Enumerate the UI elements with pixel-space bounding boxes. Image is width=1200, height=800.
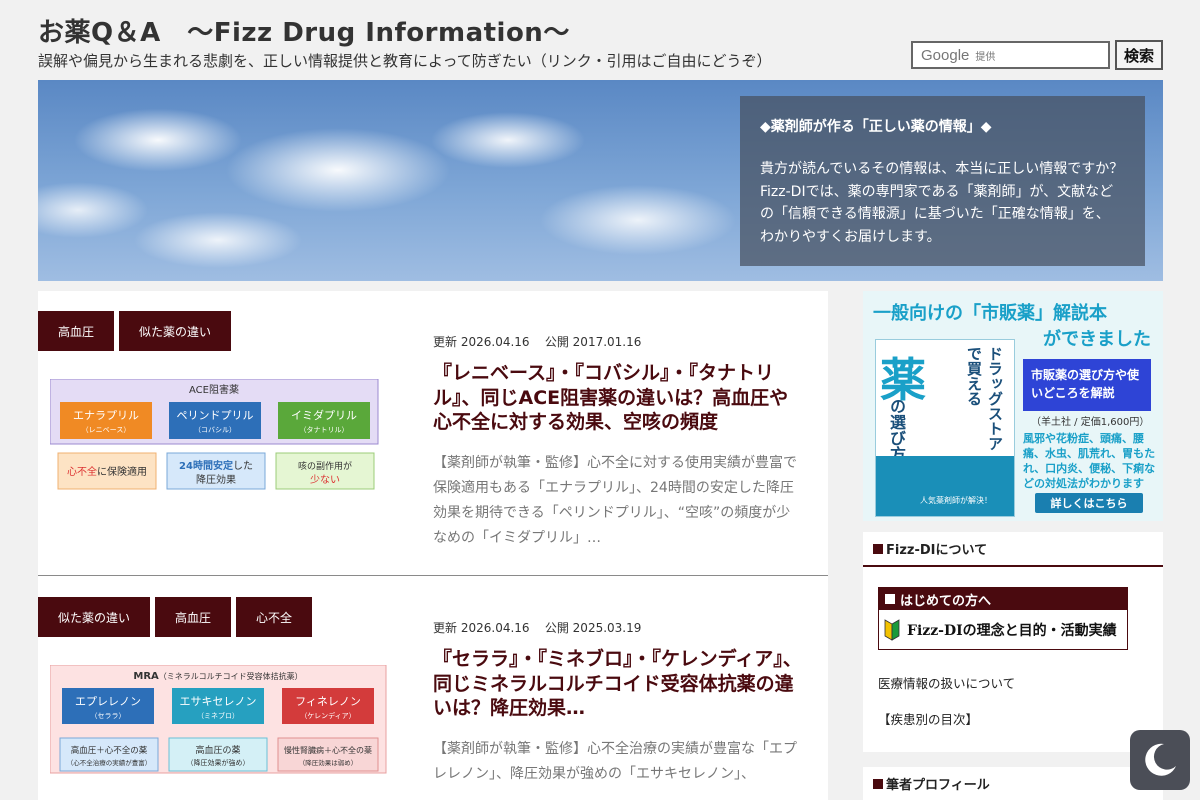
thumb-note: 慢性腎臓病＋心不全の薬 <box>284 745 372 755</box>
widget-title-text: Fizz-DIについて <box>886 543 988 558</box>
post-title[interactable]: 『レニベース』・『コバシル』・『タナトリル』、同じACE阻害薬の違いは？高血圧や… <box>433 361 803 435</box>
hero-line: Fizz-DIでは、薬の専門家である「薬剤師」が、文献など <box>760 183 1114 200</box>
search-button[interactable]: 検索 <box>1115 40 1163 70</box>
hero-line: の「信頼できる情報源」に基づいた「正確な情報」を、 <box>760 206 1110 222</box>
thumb-note: （降圧効果は弱め） <box>299 758 358 767</box>
banner-top-text: はじめての方へ <box>900 593 992 609</box>
about-widget: Fizz-DIについて はじめての方へ Fizz-DIの理念と目的・活動実績 医… <box>863 532 1163 752</box>
widget-title: Fizz-DIについて <box>863 532 1163 567</box>
site-description: 誤解や偏見から生まれる悲劇を、正しい情報提供と教育によって防ぎたい（リンク・引用… <box>38 52 772 70</box>
site-title[interactable]: お薬Q＆A 〜Fizz Drug Information〜 <box>38 12 570 49</box>
book-cover-image: 薬 の選び方を ドラッグストアで買える 人気薬剤師が解決！ <box>875 339 1015 517</box>
book-vertical-text: ドラッグストアで買える <box>965 346 1004 451</box>
post-tags: 高血圧 似た薬の違い <box>38 311 232 351</box>
updated-date: 2026.04.16 <box>460 621 530 635</box>
thumb-brand: （ミネブロ） <box>197 711 239 720</box>
square-bullet-icon <box>873 778 883 789</box>
published-date: 2017.01.16 <box>572 335 642 349</box>
book-footer: 人気薬剤師が解決！ <box>876 456 1014 516</box>
tag-link[interactable]: 高血圧 <box>38 311 115 351</box>
post-dates: 更新 2026.04.16 公開 2017.01.16 <box>433 333 641 350</box>
thumb-note: 少ない <box>310 474 340 486</box>
thumb-drug: エプレレノン <box>75 695 141 708</box>
ad-description: 風邪や花粉症、頭痛、腰痛、水虫、肌荒れ、胃もたれ、口内炎、便秘、下痢などの対処法… <box>1023 432 1156 490</box>
updated-label: 更新 <box>433 335 458 349</box>
ad-heading: 一般向けの「市販薬」解説本 <box>873 303 1107 324</box>
widget-title-text: 筆者プロフィール <box>886 778 990 793</box>
hero-line: 貴方が読んでいるその情報は、本当に正しい情報ですか？ <box>760 161 1124 177</box>
thumb-header: MRA（ミネラルコルチコイド受容体拮抗薬） <box>133 671 302 682</box>
thumb-note: 降圧効果 <box>196 473 236 486</box>
hero-panel: ◆薬剤師が作る「正しい薬の情報」◆ 貴方が読んでいるその情報は、本当に正しい情報… <box>740 96 1145 266</box>
first-visit-banner[interactable]: はじめての方へ Fizz-DIの理念と目的・活動実績 <box>878 587 1128 650</box>
tag-link[interactable]: 似た薬の違い <box>38 597 151 637</box>
thumb-note: 高血圧の薬 <box>195 744 240 756</box>
ad-price: （羊土社 / 定価1,600円） <box>1031 417 1150 428</box>
disease-index-link[interactable]: 【疾患別の目次】 <box>878 709 978 728</box>
thumb-brand: （レニベース） <box>82 426 131 434</box>
banner-top: はじめての方へ <box>879 588 1127 610</box>
beginner-mark-icon <box>884 619 900 641</box>
post-tags: 似た薬の違い 高血圧 心不全 <box>38 597 313 637</box>
tag-link[interactable]: 似た薬の違い <box>119 311 232 351</box>
thumb-drug: フィネレノン <box>295 695 361 708</box>
thumb-note: （心不全治療の実績が豊富） <box>67 758 152 767</box>
thumb-brand: （セララ） <box>91 712 126 720</box>
published-date: 2025.03.19 <box>572 621 642 635</box>
google-logo: Google <box>921 46 970 64</box>
ad-heading-2: ができました <box>1043 329 1151 350</box>
tag-link[interactable]: 心不全 <box>236 597 313 637</box>
square-bullet-icon <box>873 543 883 554</box>
thumb-drug: イミダプリル <box>291 408 357 422</box>
post-excerpt: 【薬剤師が執筆・監修】心不全に対する使用実績が豊富で保険適用もある「エナラプリル… <box>433 455 797 546</box>
ad-feature-box: 市販薬の選び方や使いどころを解説 <box>1023 359 1151 411</box>
profile-widget: 筆者プロフィール <box>863 767 1163 800</box>
thumb-note: 心不全に保険適用 <box>67 465 147 478</box>
thumb-brand: （コバシル） <box>194 426 236 434</box>
square-bullet-icon <box>885 594 895 604</box>
thumb-brand: （ケレンディア） <box>300 711 355 720</box>
hero-banner: ◆薬剤師が作る「正しい薬の情報」◆ 貴方が読んでいるその情報は、本当に正しい情報… <box>38 80 1163 281</box>
post-title[interactable]: 『セララ』・『ミネブロ』・『ケレンディア』、同じミネラルコルチコイド受容体抗薬の… <box>433 647 803 721</box>
ad-details-button[interactable]: 詳しくはこちら <box>1035 493 1143 513</box>
moon-icon <box>1145 743 1176 776</box>
thumb-note: 24時間安定した <box>179 459 253 472</box>
thumb-note: 咳の副作用が <box>298 460 352 472</box>
thumb-brand: （タナトリル） <box>300 425 349 434</box>
published-label: 公開 <box>544 621 569 635</box>
widget-title: 筆者プロフィール <box>863 767 1163 800</box>
hero-panel-body: 貴方が読んでいるその情報は、本当に正しい情報ですか？ Fizz-DIでは、薬の専… <box>760 158 1125 248</box>
post-thumbnail[interactable]: MRA（ミネラルコルチコイド受容体拮抗薬） エプレレノン （セララ） エサキセレ… <box>50 665 390 780</box>
post-card: 高血圧 似た薬の違い ACE阻害薬 エナラプリル （レニベース） ペリンドプリル… <box>38 291 828 576</box>
thumb-drug: エサキセレノン <box>180 695 257 708</box>
updated-date: 2026.04.16 <box>460 335 530 349</box>
published-label: 公開 <box>544 335 569 349</box>
thumb-note: 高血圧＋心不全の薬 <box>71 745 148 756</box>
google-provided-label: 提供 <box>975 51 996 63</box>
thumb-header: ACE阻害薬 <box>189 383 239 396</box>
tag-link[interactable]: 高血圧 <box>155 597 232 637</box>
post-thumbnail[interactable]: ACE阻害薬 エナラプリル （レニベース） ペリンドプリル （コバシル） イミダ… <box>50 379 390 494</box>
thumb-note: （降圧効果が強め） <box>187 758 250 767</box>
post-list: 高血圧 似た薬の違い ACE阻害薬 エナラプリル （レニベース） ペリンドプリル… <box>38 291 828 800</box>
book-ad-banner[interactable]: 一般向けの「市販薬」解説本 ができました 薬 の選び方を ドラッグストアで買える… <box>863 291 1163 521</box>
post-dates: 更新 2026.04.16 公開 2025.03.19 <box>433 619 641 636</box>
dark-mode-toggle[interactable] <box>1130 730 1190 790</box>
thumb-drug: エナラプリル <box>73 409 139 422</box>
banner-body: Fizz-DIの理念と目的・活動実績 <box>879 610 1127 650</box>
thumb-drug: ペリンドプリル <box>177 409 254 422</box>
updated-label: 更新 <box>433 621 458 635</box>
hero-panel-title: ◆薬剤師が作る「正しい薬の情報」◆ <box>760 119 992 135</box>
medical-info-link[interactable]: 医療情報の扱いについて <box>878 673 1015 692</box>
post-card: 似た薬の違い 高血圧 心不全 MRA（ミネラルコルチコイド受容体拮抗薬） エプレ… <box>38 577 828 800</box>
hero-line: わかりやすくお届けします。 <box>760 228 941 245</box>
banner-body-text: Fizz-DIの理念と目的・活動実績 <box>907 623 1117 639</box>
search-input[interactable]: Google 提供 <box>911 41 1110 69</box>
book-footer-text: 人気薬剤師が解決！ <box>920 496 992 505</box>
post-excerpt: 【薬剤師が執筆・監修】心不全治療の実績が豊富な「エプレレノン」、降圧効果が強めの… <box>433 741 797 782</box>
